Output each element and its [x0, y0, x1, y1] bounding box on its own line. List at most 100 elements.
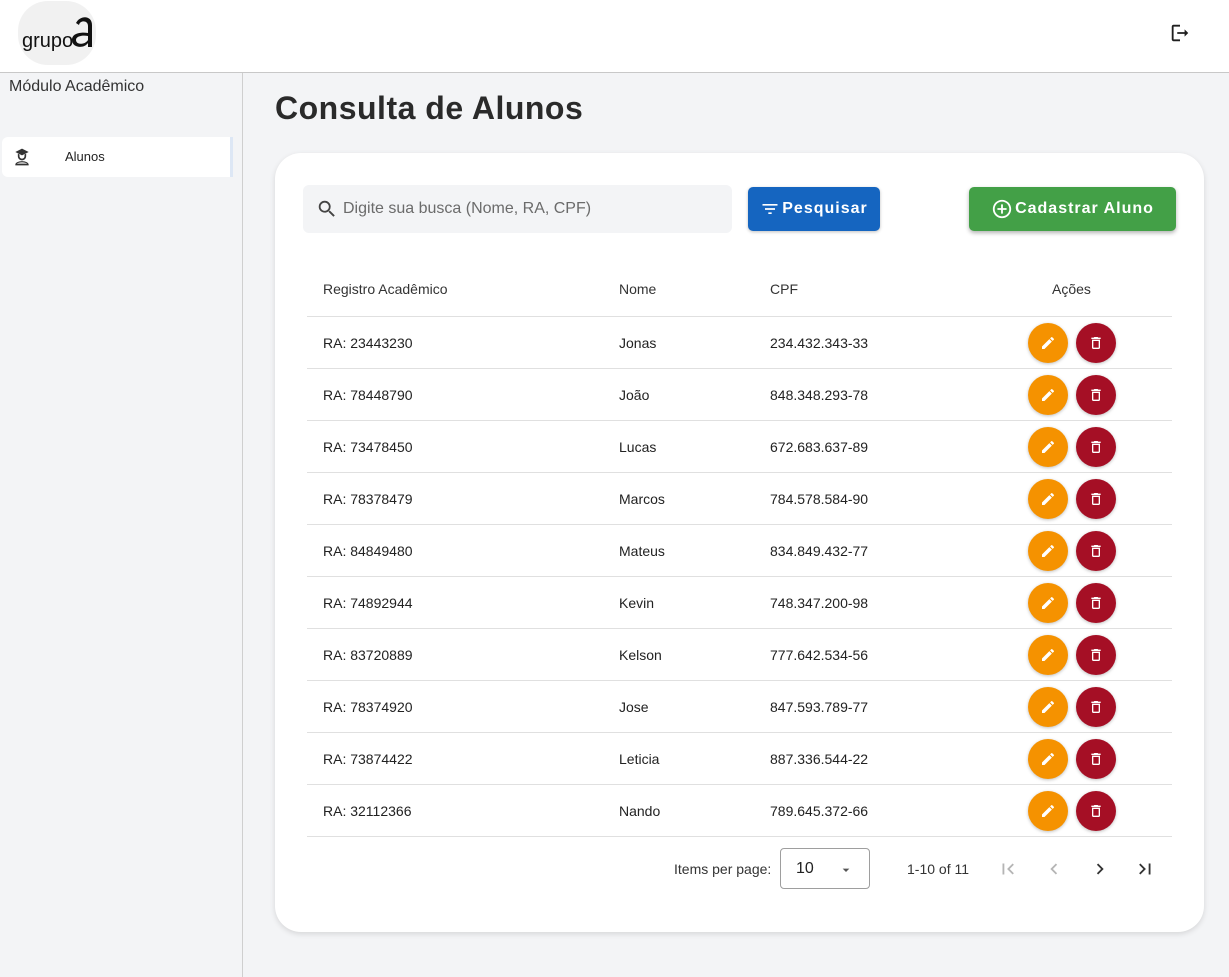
pencil-icon [1040, 751, 1056, 767]
table-row: RA: 73478450 Lucas 672.683.637-89 [307, 421, 1172, 473]
top-bar: grupo [0, 0, 1229, 73]
logout-icon[interactable] [1164, 17, 1196, 49]
search-icon [316, 198, 338, 220]
items-per-page-select[interactable]: 10 [780, 848, 870, 889]
delete-button[interactable] [1076, 323, 1116, 363]
table-row: RA: 73874422 Leticia 887.336.544-22 [307, 733, 1172, 785]
table-row: RA: 78378479 Marcos 784.578.584-90 [307, 473, 1172, 525]
sidebar-item-alunos[interactable]: Alunos [2, 137, 233, 177]
cell-cpf: 887.336.544-22 [770, 751, 869, 767]
cell-ra: RA: 74892944 [323, 595, 413, 611]
first-page-button[interactable] [993, 854, 1023, 884]
trash-icon [1088, 387, 1104, 403]
delete-button[interactable] [1076, 427, 1116, 467]
edit-button[interactable] [1028, 687, 1068, 727]
table-row: RA: 83720889 Kelson 777.642.534-56 [307, 629, 1172, 681]
pencil-icon [1040, 439, 1056, 455]
students-table: Registro Acadêmico Nome CPF Ações RA: 23… [307, 264, 1172, 837]
previous-page-button[interactable] [1039, 854, 1069, 884]
cell-nome: Marcos [619, 491, 665, 507]
students-card: Pesquisar Cadastrar Aluno Registro Acadê… [275, 153, 1204, 932]
edit-button[interactable] [1028, 479, 1068, 519]
cell-cpf: 784.578.584-90 [770, 491, 869, 507]
edit-button[interactable] [1028, 739, 1068, 779]
cell-nome: Jonas [619, 335, 657, 351]
column-header-cpf[interactable]: CPF [770, 281, 798, 297]
delete-button[interactable] [1076, 635, 1116, 675]
table-row: RA: 74892944 Kevin 748.347.200-98 [307, 577, 1172, 629]
pencil-icon [1040, 387, 1056, 403]
edit-button[interactable] [1028, 791, 1068, 831]
pencil-icon [1040, 491, 1056, 507]
dropdown-arrow-icon [838, 862, 854, 878]
table-header: Registro Acadêmico Nome CPF Ações [307, 264, 1172, 317]
cell-nome: Lucas [619, 439, 657, 455]
next-page-button[interactable] [1085, 854, 1115, 884]
trash-icon [1088, 803, 1104, 819]
edit-button[interactable] [1028, 531, 1068, 571]
table-row: RA: 78448790 João 848.348.293-78 [307, 369, 1172, 421]
column-header-ra[interactable]: Registro Acadêmico [323, 281, 448, 297]
delete-button[interactable] [1076, 531, 1116, 571]
search-input[interactable] [343, 185, 723, 233]
delete-button[interactable] [1076, 583, 1116, 623]
items-per-page-label: Items per page: [674, 861, 772, 877]
sidebar: Módulo Acadêmico Alunos [0, 73, 243, 977]
cell-nome: João [619, 387, 650, 403]
cell-nome: Jose [619, 699, 649, 715]
search-button[interactable]: Pesquisar [748, 187, 880, 231]
delete-button[interactable] [1076, 687, 1116, 727]
pencil-icon [1040, 699, 1056, 715]
last-page-button[interactable] [1130, 854, 1160, 884]
edit-button[interactable] [1028, 635, 1068, 675]
delete-button[interactable] [1076, 739, 1116, 779]
grupo-a-logo[interactable]: grupo [18, 1, 96, 65]
trash-icon [1088, 647, 1104, 663]
pencil-icon [1040, 595, 1056, 611]
sidebar-item-label: Alunos [65, 149, 105, 164]
trash-icon [1088, 595, 1104, 611]
add-student-button-label: Cadastrar Aluno [1015, 200, 1154, 217]
cell-cpf: 234.432.343-33 [770, 335, 869, 351]
cell-ra: RA: 78448790 [323, 387, 413, 403]
table-row: RA: 78374920 Jose 847.593.789-77 [307, 681, 1172, 733]
sidebar-title: Módulo Acadêmico [9, 78, 145, 95]
edit-button[interactable] [1028, 583, 1068, 623]
table-row: RA: 32112366 Nando 789.645.372-66 [307, 785, 1172, 837]
delete-button[interactable] [1076, 375, 1116, 415]
cell-cpf: 848.348.293-78 [770, 387, 869, 403]
cell-ra: RA: 23443230 [323, 335, 413, 351]
cell-nome: Leticia [619, 751, 660, 767]
trash-icon [1088, 699, 1104, 715]
trash-icon [1088, 491, 1104, 507]
column-header-acoes: Ações [1052, 281, 1091, 297]
cell-ra: RA: 78374920 [323, 699, 413, 715]
pencil-icon [1040, 335, 1056, 351]
delete-button[interactable] [1076, 479, 1116, 519]
paginator: Items per page: 10 1-10 of 11 [275, 838, 1204, 898]
column-header-nome[interactable]: Nome [619, 281, 656, 297]
cell-nome: Kevin [619, 595, 655, 611]
cell-cpf: 789.645.372-66 [770, 803, 869, 819]
edit-button[interactable] [1028, 375, 1068, 415]
cell-ra: RA: 78378479 [323, 491, 413, 507]
edit-button[interactable] [1028, 427, 1068, 467]
trash-icon [1088, 751, 1104, 767]
cell-ra: RA: 73874422 [323, 751, 413, 767]
edit-button[interactable] [1028, 323, 1068, 363]
table-body: RA: 23443230 Jonas 234.432.343-33 RA: 78448… [307, 317, 1172, 837]
search-button-label: Pesquisar [782, 200, 868, 217]
cell-cpf: 672.683.637-89 [770, 439, 869, 455]
cell-nome: Kelson [619, 647, 662, 663]
cell-cpf: 834.849.432-77 [770, 543, 869, 559]
pencil-icon [1040, 647, 1056, 663]
cell-cpf: 777.642.534-56 [770, 647, 869, 663]
cell-cpf: 847.593.789-77 [770, 699, 869, 715]
school-person-icon [11, 146, 33, 168]
table-row: RA: 23443230 Jonas 234.432.343-33 [307, 317, 1172, 369]
search-box [303, 185, 732, 233]
cell-cpf: 748.347.200-98 [770, 595, 869, 611]
delete-button[interactable] [1076, 791, 1116, 831]
svg-text:grupo: grupo [22, 30, 73, 51]
add-student-button[interactable]: Cadastrar Aluno [969, 187, 1176, 231]
